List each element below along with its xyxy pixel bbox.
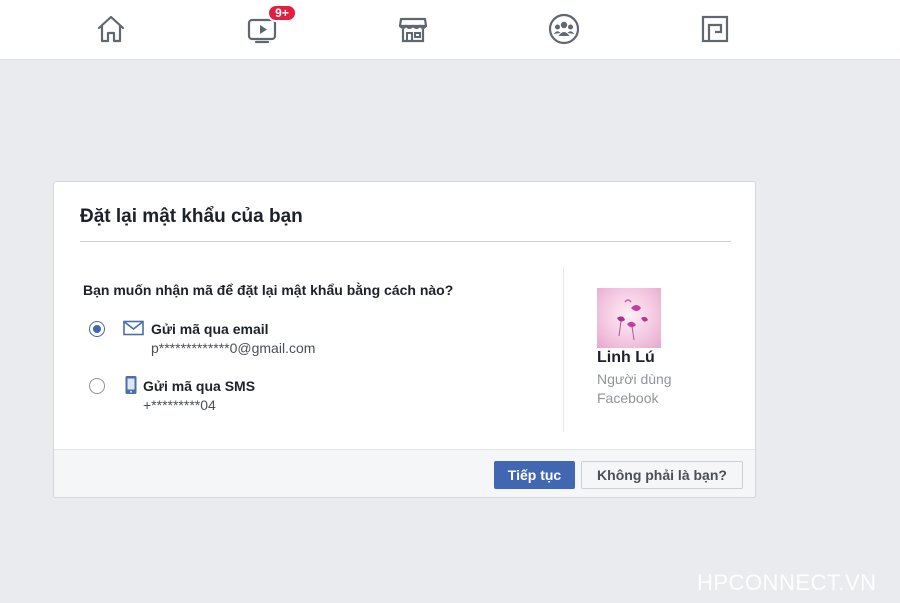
dialog-title: Đặt lại mật khẩu của bạn [80,206,303,227]
home-icon [97,15,125,43]
flower-image-icon [617,299,648,341]
nav-groups[interactable] [546,12,582,46]
nav-watch[interactable]: 9+ [245,4,297,46]
masked-email: p*************0@gmail.com [151,340,316,356]
email-radio[interactable] [89,321,105,337]
nav-gaming[interactable] [697,12,733,46]
notification-badge: 9+ [267,4,297,22]
sms-option-label: Gửi mã qua SMS [143,378,256,394]
groups-icon [548,13,580,45]
dialog-footer: Tiếp tục Không phải là bạn? [54,449,755,497]
nav-home[interactable] [93,12,129,46]
top-nav-bar: 9+ [0,0,900,60]
masked-phone: +*********04 [143,397,216,413]
not-you-button[interactable]: Không phải là bạn? [581,461,743,489]
gaming-icon [701,15,729,43]
reset-password-dialog: Đặt lại mật khẩu của bạn Bạn muốn nhận m… [53,181,756,498]
vertical-divider [563,267,564,432]
profile-name: Linh Lú [597,349,655,366]
sms-radio[interactable] [89,378,105,394]
title-divider [80,241,731,242]
continue-button[interactable]: Tiếp tục [494,461,575,489]
profile-subtitle-line1: Người dùng [597,371,672,387]
nav-marketplace[interactable] [395,12,431,46]
phone-icon [125,376,137,394]
envelope-icon [123,320,144,336]
profile-subtitle-line2: Facebook [597,390,659,406]
profile-avatar [597,288,661,348]
watermark: HPCONNECT.VN [697,570,877,595]
reset-method-question: Bạn muốn nhận mã để đặt lại mật khẩu bằn… [83,282,454,298]
email-option-label: Gửi mã qua email [151,321,269,337]
marketplace-store-icon [398,17,428,43]
